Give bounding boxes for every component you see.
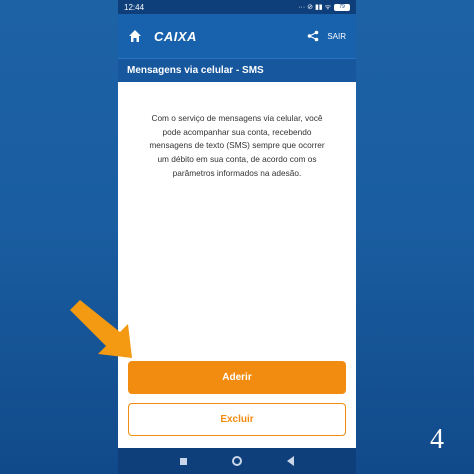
description-line: pode acompanhar sua conta, recebendo — [162, 126, 312, 137]
description-line: um débito em sua conta, de acordo com os — [157, 154, 317, 165]
status-icons: ··· ⊘ ▮▮ ᯤ 79 — [298, 3, 350, 12]
step-number: 4 — [430, 424, 444, 455]
excluir-button[interactable]: Excluir — [128, 403, 346, 436]
phone-screen: 12:44 ··· ⊘ ▮▮ ᯤ 79 CAIXA SAIR Mensagens… — [118, 0, 356, 474]
description-line: parâmetros informados na adesão. — [172, 167, 302, 178]
home-nav-icon[interactable] — [231, 456, 242, 466]
description-line: mensagens de texto (SMS) sempre que ocor… — [149, 140, 325, 151]
share-icon[interactable] — [307, 30, 319, 42]
description-line: Com o serviço de mensagens via celular, … — [151, 113, 323, 123]
recent-apps-icon[interactable] — [180, 457, 188, 465]
app-header: CAIXA SAIR — [118, 14, 356, 58]
status-time: 12:44 — [124, 2, 145, 12]
android-nav-bar — [118, 448, 356, 474]
exit-button[interactable]: SAIR — [327, 32, 346, 41]
battery-icon: 79 — [334, 3, 350, 11]
status-bar: 12:44 ··· ⊘ ▮▮ ᯤ 79 — [118, 0, 356, 14]
caixa-logo: CAIXA — [154, 28, 197, 44]
aderir-button-label: Aderir — [222, 372, 252, 383]
content-area: Com o serviço de mensagens via celular, … — [118, 82, 356, 352]
section-title-bar: Mensagens via celular - SMS — [118, 58, 356, 82]
excluir-button-label: Excluir — [220, 414, 254, 425]
sms-description: Com o serviço de mensagens via celular, … — [132, 112, 342, 181]
home-icon[interactable] — [128, 29, 142, 43]
section-title: Mensagens via celular - SMS — [127, 65, 264, 76]
signal-icons: ··· ⊘ ▮▮ ᯤ — [298, 3, 331, 11]
back-icon[interactable] — [286, 456, 294, 466]
aderir-button[interactable]: Aderir — [128, 361, 346, 394]
pointer-arrow-icon — [70, 300, 132, 358]
